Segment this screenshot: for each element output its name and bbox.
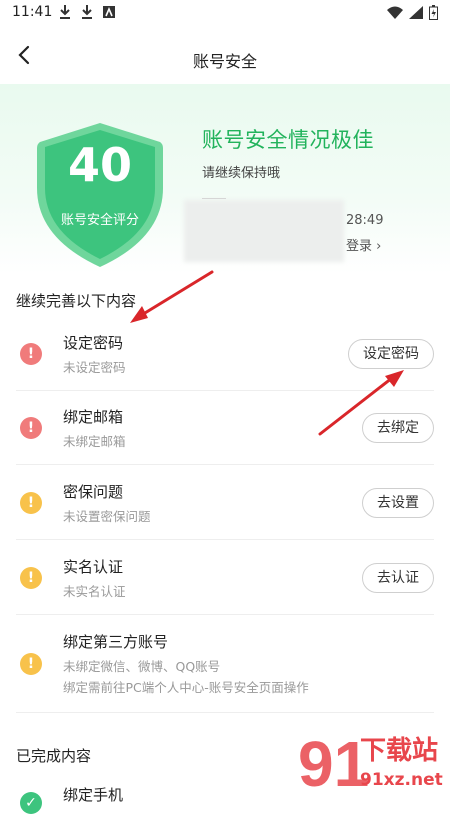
notification-icons <box>58 4 116 20</box>
security-score: 40 <box>67 138 132 192</box>
system-icons <box>387 5 438 20</box>
check-icon: ✓ <box>20 792 42 814</box>
status-bar: 11:41 <box>0 0 450 26</box>
item-title: 绑定第三方账号 <box>63 633 169 651</box>
done-section-title: 已完成内容 <box>16 747 92 765</box>
list-item-real-name: ! 实名认证 未实名认证 去认证 <box>0 550 450 614</box>
blurred-login-info <box>184 200 344 262</box>
warning-icon: ! <box>20 492 42 514</box>
item-subtitle: 未设置密保问题 <box>63 509 151 524</box>
last-login-time: 28:49 <box>346 213 384 228</box>
list-item-security-question: ! 密保问题 未设置密保问题 去设置 <box>0 475 450 539</box>
status-time: 11:41 <box>12 4 53 20</box>
app-header: 账号安全 <box>0 26 450 84</box>
warning-icon: ! <box>20 417 42 439</box>
set-security-question-button[interactable]: 去设置 <box>362 488 434 518</box>
divider <box>16 614 434 615</box>
watermark-logo: 91 下载站 91xz.net <box>298 716 450 800</box>
verify-real-name-button[interactable]: 去认证 <box>362 563 434 593</box>
warning-icon: ! <box>20 343 42 365</box>
divider <box>16 464 434 465</box>
item-note: 绑定需前往PC端个人中心-账号安全页面操作 <box>63 680 309 695</box>
todo-section-title: 继续完善以下内容 <box>16 292 137 310</box>
item-title: 密保问题 <box>63 483 124 501</box>
security-status-title: 账号安全情况极佳 <box>202 128 374 152</box>
login-record-link[interactable]: 登录 › <box>346 235 381 254</box>
annotation-arrow-icon <box>318 370 404 436</box>
item-title: 绑定手机 <box>63 786 124 804</box>
watermark-brand: 下载站 <box>360 736 439 766</box>
annotation-arrow-icon <box>130 270 214 323</box>
watermark-url: 91xz.net <box>360 770 443 790</box>
list-item-third-party: ! 绑定第三方账号 未绑定微信、微博、QQ账号 绑定需前往PC端个人中心-账号安… <box>0 625 450 709</box>
item-subtitle: 未设定密码 <box>63 360 126 375</box>
item-subtitle: 未绑定邮箱 <box>63 434 126 449</box>
security-score-label: 账号安全评分 <box>60 213 139 228</box>
page-title: 账号安全 <box>192 52 257 71</box>
svg-text:91: 91 <box>298 728 369 800</box>
warning-icon: ! <box>20 653 42 675</box>
divider <box>16 539 434 540</box>
security-status-subtitle: 请继续保持哦 <box>202 166 281 181</box>
wifi-icon <box>387 6 403 19</box>
warning-icon: ! <box>20 567 42 589</box>
item-subtitle: 未实名认证 <box>63 584 126 599</box>
download-icon <box>82 5 92 19</box>
app-notification-icon <box>103 6 115 18</box>
battery-icon <box>429 5 438 20</box>
item-subtitle: 未绑定微信、微博、QQ账号 <box>63 659 221 674</box>
item-title: 实名认证 <box>63 558 124 576</box>
divider <box>16 712 434 713</box>
signal-icon <box>409 6 423 19</box>
item-title: 设定密码 <box>63 334 124 352</box>
item-title: 绑定邮箱 <box>63 408 124 426</box>
divider <box>202 198 226 199</box>
download-icon <box>60 5 70 19</box>
